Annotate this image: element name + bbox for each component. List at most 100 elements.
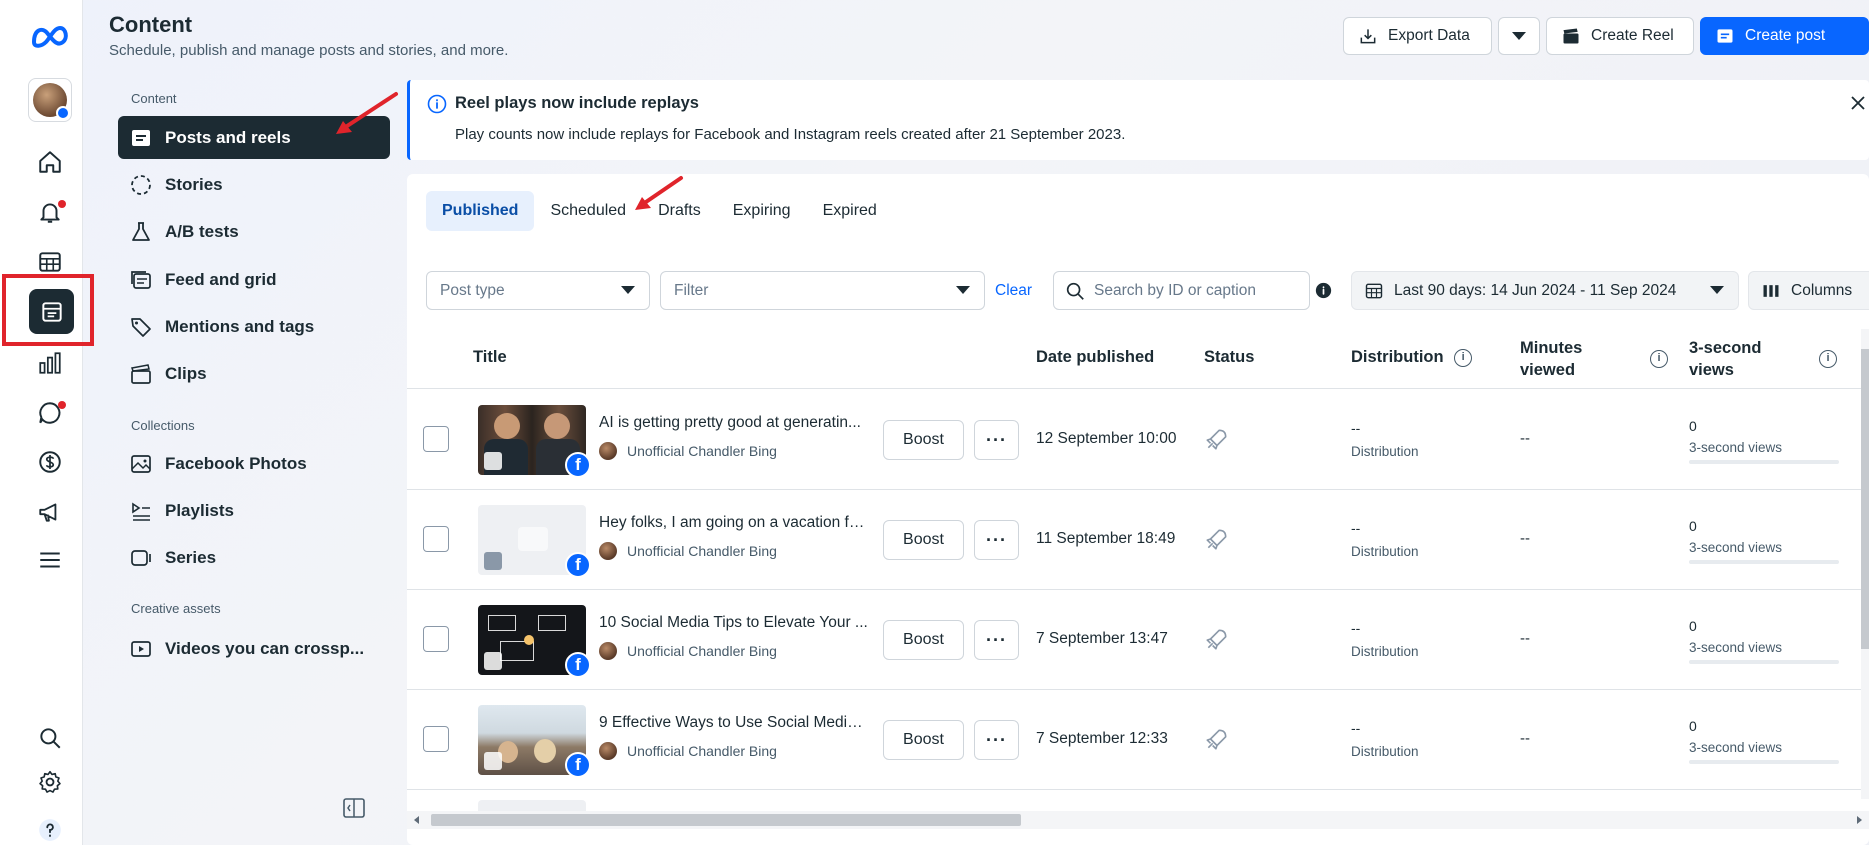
search-info-icon[interactable] [1315,282,1332,299]
create-reel-button[interactable]: Create Reel [1546,17,1694,55]
column-header-views-line2: views [1689,361,1734,379]
row-checkbox[interactable] [423,426,449,452]
nav-item-label: Facebook Photos [165,453,307,473]
section-label-collections: Collections [131,418,195,433]
nav-item-label: Clips [165,363,207,383]
settings-gear-icon[interactable] [26,762,74,802]
post-type-select[interactable]: Post type [426,271,650,310]
create-post-button[interactable]: Create post [1700,17,1869,55]
more-options-button[interactable]: ··· [974,720,1019,760]
views-cell: 0 3-second views [1689,718,1839,764]
minutes-viewed-value: -- [1520,630,1530,647]
post-title[interactable]: Hey folks, I am going on a vacation fo..… [599,514,869,532]
info-icon[interactable]: i [1819,350,1837,368]
info-icon[interactable]: i [1454,348,1473,367]
views-value: 0 [1689,418,1697,434]
nav-item-stories[interactable]: Stories [118,163,390,206]
page-subtitle: Schedule, publish and manage posts and s… [109,42,509,59]
menu-hamburger-icon[interactable] [26,540,74,580]
vertical-scrollbar[interactable] [1861,329,1869,799]
post-title[interactable]: 10 Social Media Tips to Elevate Your ... [599,614,869,632]
scrollbar-thumb[interactable] [1861,349,1869,649]
date-range-picker[interactable]: Last 90 days: 14 Jun 2024 - 11 Sep 2024 [1351,271,1739,310]
nav-item-label: Series [165,547,217,567]
nav-item-mentions-and-tags[interactable]: Mentions and tags [118,305,390,348]
tab-scheduled[interactable]: Scheduled [534,191,642,231]
ads-megaphone-icon[interactable] [26,492,74,532]
filter-placeholder: Filter [674,281,709,299]
tab-expired[interactable]: Expired [807,191,893,231]
distribution-label: Distribution [1351,744,1419,759]
column-header-distribution[interactable]: Distribution i [1351,348,1473,367]
notifications-bell-icon[interactable] [26,192,74,232]
clear-filters-link[interactable]: Clear [995,282,1032,300]
nav-item-feed-and-grid[interactable]: Feed and grid [118,258,390,301]
table-row[interactable]: f 10 Social Media Tips to Elevate Your .… [407,590,1869,690]
search-input[interactable]: Search by ID or caption [1053,271,1310,310]
info-icon[interactable]: i [1650,350,1668,368]
monetization-dollar-icon[interactable] [26,442,74,482]
date-range-value: Last 90 days: 14 Jun 2024 - 11 Sep 2024 [1394,281,1677,299]
export-dropdown-button[interactable] [1498,17,1540,55]
column-header-title[interactable]: Title [473,348,507,367]
inbox-chat-icon[interactable] [26,393,74,433]
column-header-status[interactable]: Status [1204,348,1254,367]
nav-item-facebook-photos[interactable]: Facebook Photos [118,442,390,485]
horizontal-scrollbar[interactable] [407,811,1869,829]
page-avatar[interactable] [28,78,72,122]
nav-item-videos-crosspost[interactable]: Videos you can crossp... [118,627,390,670]
close-icon[interactable] [1847,92,1869,114]
scrollbar-thumb[interactable] [431,814,1021,826]
nav-item-playlists[interactable]: Playlists [118,489,390,532]
insights-chart-icon[interactable] [26,343,74,383]
nav-item-ab-tests[interactable]: A/B tests [118,210,390,253]
tab-expiring[interactable]: Expiring [717,191,807,231]
nav-item-clips[interactable]: Clips [118,352,390,395]
more-options-button[interactable]: ··· [974,620,1019,660]
facebook-icon: f [565,652,591,678]
column-header-3-second-views[interactable]: 3-second views [1689,337,1761,381]
boost-button[interactable]: Boost [883,420,964,460]
published-rocket-icon [1206,629,1227,650]
post-author: Unofficial Chandler Bing [599,542,777,560]
boost-button[interactable]: Boost [883,520,964,560]
meta-logo-icon[interactable] [28,20,72,50]
table-row[interactable]: f AI is getting pretty good at generatin… [407,390,1869,490]
collapse-sidebar-icon[interactable] [342,797,366,819]
date-published: 7 September 12:33 [1036,730,1168,747]
annotation-arrow-icon [336,92,398,134]
help-question-icon[interactable] [26,810,74,845]
post-title[interactable]: AI is getting pretty good at generatin..… [599,414,869,432]
columns-label: Columns [1791,281,1853,299]
column-header-distribution-label: Distribution [1351,348,1444,366]
nav-item-series[interactable]: Series [118,536,390,579]
filter-select[interactable]: Filter [660,271,985,310]
scroll-right-icon[interactable] [1857,816,1862,824]
search-icon[interactable] [26,718,74,758]
flask-icon [132,221,150,241]
nav-item-label: Playlists [165,500,234,520]
row-checkbox[interactable] [423,726,449,752]
author-name: Unofficial Chandler Bing [627,643,777,659]
boost-button[interactable]: Boost [883,720,964,760]
home-icon[interactable] [26,142,74,182]
more-options-button[interactable]: ··· [974,520,1019,560]
post-title[interactable]: 9 Effective Ways to Use Social Media t..… [599,714,869,732]
tag-icon [131,317,151,337]
table-row[interactable]: f 9 Effective Ways to Use Social Media t… [407,690,1869,790]
distribution-value: -- [1351,720,1361,736]
column-header-date-published[interactable]: Date published [1036,348,1154,367]
export-data-button[interactable]: Export Data [1343,17,1492,55]
distribution-label: Distribution [1351,644,1419,659]
columns-button[interactable]: Columns [1748,271,1869,310]
boost-button[interactable]: Boost [883,620,964,660]
content-icon[interactable] [29,289,74,334]
row-checkbox[interactable] [423,526,449,552]
column-header-minutes-viewed[interactable]: Minutes viewed [1520,337,1582,381]
post-author: Unofficial Chandler Bing [599,442,777,460]
scroll-left-icon[interactable] [414,816,419,824]
tab-published[interactable]: Published [426,191,535,231]
table-row[interactable]: f Hey folks, I am going on a vacation fo… [407,490,1869,590]
more-options-button[interactable]: ··· [974,420,1019,460]
row-checkbox[interactable] [423,626,449,652]
